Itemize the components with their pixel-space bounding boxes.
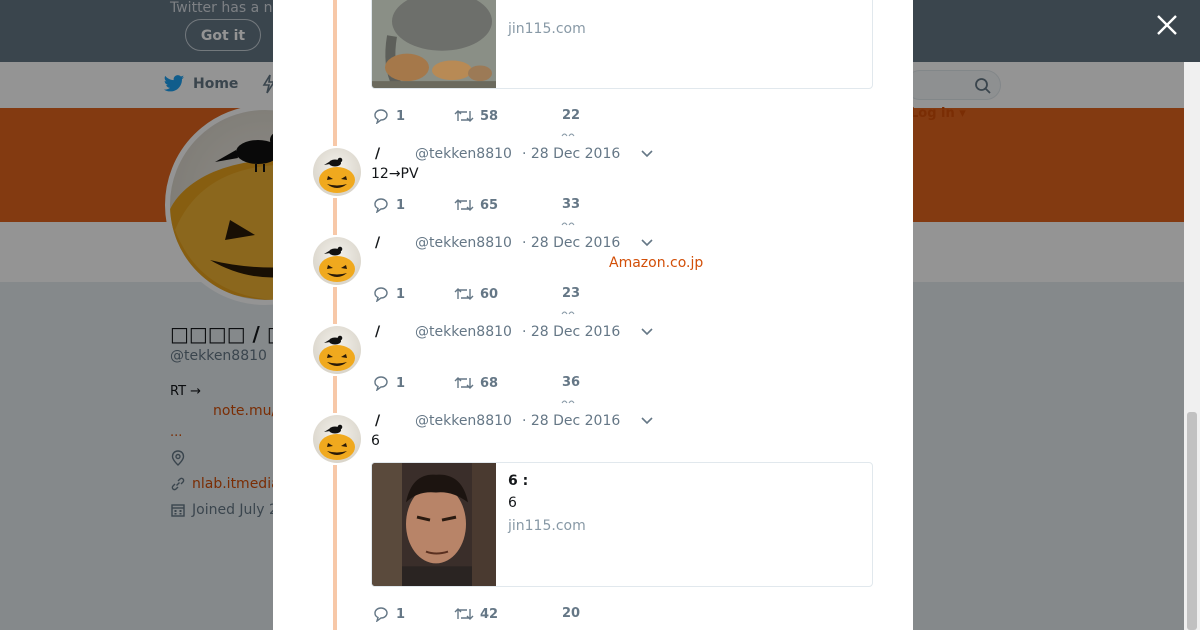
- reply-button[interactable]: 1: [372, 108, 405, 124]
- retweet-button[interactable]: 65: [454, 197, 498, 213]
- reply-icon: [374, 376, 388, 391]
- tweet-author-handle[interactable]: @tekken8810: [415, 324, 512, 340]
- heart-icon: [561, 400, 575, 404]
- retweet-button[interactable]: 60: [454, 286, 498, 302]
- like-button[interactable]: 20: [562, 606, 580, 621]
- heart-icon: [561, 133, 575, 137]
- like-button[interactable]: 33: [562, 197, 580, 212]
- retweet-count: 68: [480, 375, 499, 391]
- tweet-author-handle[interactable]: @tekken8810: [415, 235, 512, 251]
- thread-connector: [333, 198, 337, 235]
- reply-icon: [374, 109, 388, 124]
- tweet-text: 12→PV: [371, 166, 419, 182]
- tweet-header: / @tekken8810 · 28 Dec 2016: [371, 413, 654, 429]
- retweet-count: 60: [480, 286, 499, 302]
- page-scrollbar[interactable]: [1184, 62, 1200, 630]
- retweet-count: 65: [480, 197, 499, 213]
- retweet-button[interactable]: 58: [454, 108, 498, 124]
- card-thumbnail: [372, 0, 496, 88]
- tweet-avatar[interactable]: [313, 415, 361, 463]
- tweet-author-name[interactable]: /: [371, 413, 415, 429]
- tweet-timestamp[interactable]: · 28 Dec 2016: [522, 413, 620, 429]
- retweet-button[interactable]: 42: [454, 606, 498, 622]
- tweet-timestamp[interactable]: · 28 Dec 2016: [522, 146, 620, 162]
- thread-connector: [333, 287, 337, 324]
- like-count: 23: [562, 286, 581, 301]
- like-button[interactable]: 22: [562, 108, 580, 123]
- scrollbar-thumb[interactable]: [1187, 412, 1197, 630]
- chevron-down-icon[interactable]: [640, 327, 654, 337]
- reply-count: 1: [396, 286, 406, 302]
- like-button[interactable]: 36: [562, 375, 580, 390]
- reply-count: 1: [396, 375, 406, 391]
- card-domain: jin115.com: [508, 518, 586, 534]
- tweet-author-name[interactable]: /: [371, 324, 415, 340]
- tweet-header: / @tekken8810 · 28 Dec 2016: [371, 146, 654, 162]
- card-thumbnail: [372, 463, 496, 586]
- reply-icon: [374, 287, 388, 302]
- thread-connector: [333, 376, 337, 413]
- tweet-author-name[interactable]: /: [371, 235, 415, 251]
- retweet-count: 58: [480, 108, 499, 124]
- card-description: 6: [508, 495, 517, 511]
- retweet-count: 42: [480, 606, 499, 622]
- link-card[interactable]: jin115.com: [371, 0, 873, 89]
- tweet-avatar[interactable]: [313, 237, 361, 285]
- like-count: 36: [562, 375, 581, 390]
- like-count: 22: [562, 108, 581, 123]
- retweet-icon: [454, 288, 474, 300]
- thread-connector: [333, 465, 337, 630]
- card-domain: jin115.com: [508, 21, 586, 37]
- tweet-actions: 1 42 20: [372, 606, 632, 626]
- card-title: 6 :: [508, 473, 529, 489]
- reply-count: 1: [396, 606, 406, 622]
- heart-icon: [561, 311, 575, 315]
- reply-button[interactable]: 1: [372, 197, 405, 213]
- chevron-down-icon[interactable]: [640, 149, 654, 159]
- tweet-text: 6: [371, 433, 380, 449]
- like-button[interactable]: 23: [562, 286, 580, 301]
- reply-button[interactable]: 1: [372, 286, 405, 302]
- thread-connector: [333, 0, 337, 146]
- tweet-actions: 1 65 33: [372, 197, 632, 226]
- tweet-header: / @tekken8810 · 28 Dec 2016: [371, 235, 654, 251]
- pumpkin-avatar-image: [319, 246, 355, 282]
- tweet-author-handle[interactable]: @tekken8810: [415, 146, 512, 162]
- retweet-icon: [454, 199, 474, 211]
- close-icon[interactable]: [1155, 13, 1179, 37]
- tweet-author-name[interactable]: /: [371, 146, 415, 162]
- pumpkin-avatar-image: [319, 335, 355, 371]
- heart-icon: [561, 222, 575, 226]
- retweet-icon: [454, 110, 474, 122]
- tweet-author-handle[interactable]: @tekken8810: [415, 413, 512, 429]
- like-count: 20: [562, 606, 581, 621]
- tweet-timestamp[interactable]: · 28 Dec 2016: [522, 235, 620, 251]
- tweet-avatar[interactable]: [313, 326, 361, 374]
- pumpkin-avatar-image: [319, 424, 355, 460]
- chevron-down-icon[interactable]: [640, 238, 654, 248]
- retweet-icon: [454, 608, 474, 620]
- retweet-button[interactable]: 68: [454, 375, 498, 391]
- link-card[interactable]: 6 : 6 jin115.com: [371, 462, 873, 587]
- tweet-actions: 1 60 23: [372, 286, 632, 315]
- retweet-icon: [454, 377, 474, 389]
- reply-count: 1: [396, 197, 406, 213]
- tweet-header: / @tekken8810 · 28 Dec 2016: [371, 324, 654, 340]
- tweet-actions: 1 58 22: [372, 108, 632, 137]
- tweet-thread-modal: jin115.com 1 58 22 / @tekken8810 · 28 De…: [273, 0, 913, 630]
- tweet-timestamp[interactable]: · 28 Dec 2016: [522, 324, 620, 340]
- tweet-actions: 1 68 36: [372, 375, 632, 404]
- pumpkin-avatar-image: [319, 157, 355, 193]
- tweet-link[interactable]: Amazon.co.jp: [609, 255, 703, 271]
- reply-count: 1: [396, 108, 406, 124]
- like-count: 33: [562, 197, 581, 212]
- tweet-avatar[interactable]: [313, 148, 361, 196]
- chevron-down-icon[interactable]: [640, 416, 654, 426]
- reply-button[interactable]: 1: [372, 375, 405, 391]
- reply-button[interactable]: 1: [372, 606, 405, 622]
- reply-icon: [374, 198, 388, 213]
- reply-icon: [374, 607, 388, 622]
